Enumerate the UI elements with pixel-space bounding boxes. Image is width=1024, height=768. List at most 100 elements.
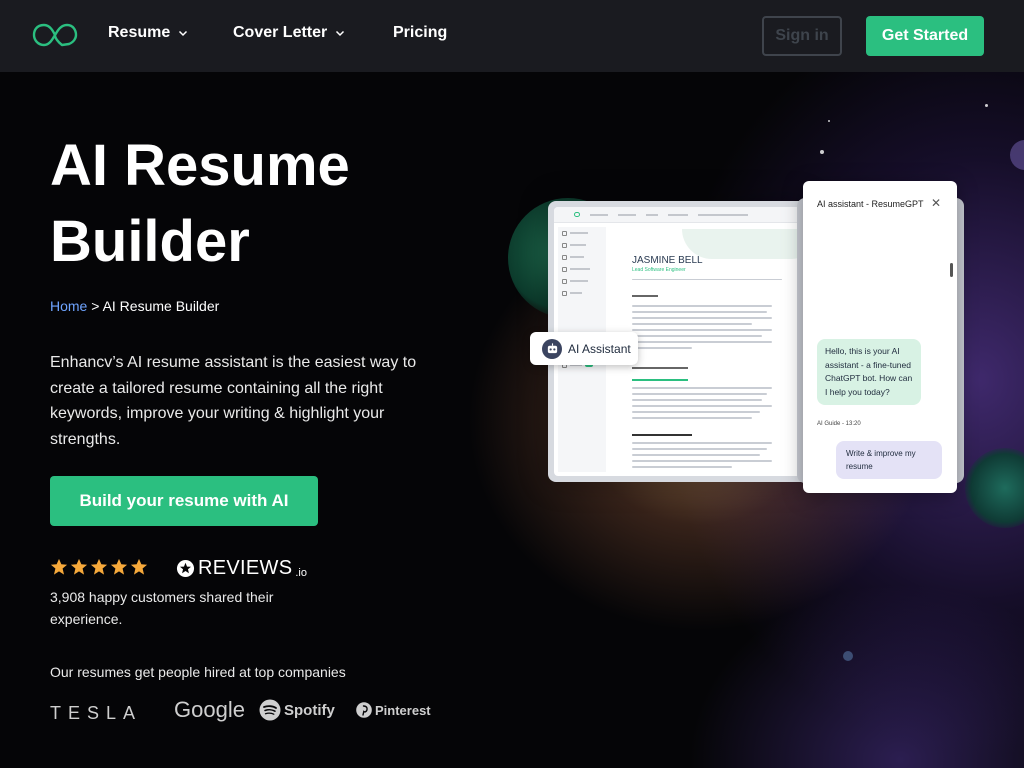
- chat-scrollbar[interactable]: [950, 263, 953, 277]
- text-line: [632, 317, 772, 319]
- bot-message-timestamp: AI Guide - 13:20: [817, 421, 861, 427]
- text-line: [632, 454, 760, 456]
- top-navigation: Resume Cover Letter Pricing Sign in Get …: [0, 0, 1024, 72]
- section-heading: [632, 295, 658, 297]
- sidebar-row: [558, 251, 606, 263]
- star-icon: [130, 558, 148, 575]
- star-icon: [110, 558, 128, 575]
- resume-role: Lead Software Engineer: [632, 267, 686, 273]
- text-line: [632, 448, 767, 450]
- tesla-logo: TESLA: [50, 703, 143, 723]
- text-line: [632, 335, 762, 337]
- hired-companies-heading: Our resumes get people hired at top comp…: [50, 664, 346, 680]
- chat-title: AI assistant - ResumeGPT: [817, 199, 924, 209]
- nav-cover-letter-menu[interactable]: Cover Letter: [233, 24, 345, 42]
- toolbar-placeholder: [618, 213, 636, 216]
- enhancv-logo-icon[interactable]: [32, 22, 78, 48]
- breadcrumb: Home > AI Resume Builder: [50, 298, 219, 314]
- build-resume-cta-button[interactable]: Build your resume with AI: [50, 476, 318, 526]
- text-line: [632, 393, 767, 395]
- section-heading: [632, 367, 688, 369]
- text-line: [632, 341, 772, 343]
- page-title-line1: AI Resume: [50, 133, 350, 198]
- robot-face-icon: [547, 343, 557, 354]
- close-icon[interactable]: ✕: [931, 196, 941, 210]
- rating-stars: [50, 558, 148, 576]
- decorative-orb: [843, 651, 853, 661]
- tool-icon: [562, 266, 567, 272]
- hero-description: Enhancv’s AI resume assistant is the eas…: [50, 354, 417, 448]
- tool-icon: [562, 242, 567, 248]
- resumegpt-chat-window: AI assistant - ResumeGPT ✕ Hello, this i…: [803, 181, 957, 493]
- reviews-star-icon: [176, 559, 195, 578]
- decorative-dot: [985, 104, 988, 107]
- sidebar-row: [558, 263, 606, 275]
- tool-icon: [562, 254, 567, 260]
- breadcrumb-separator: >: [91, 298, 100, 314]
- sidebar-row: [558, 239, 606, 251]
- editor-toolbar: [554, 207, 804, 223]
- decorative-dot: [820, 150, 824, 154]
- resume-name: JASMINE BELL: [632, 255, 703, 266]
- sidebar-placeholder: [570, 256, 584, 258]
- chevron-down-icon: [336, 30, 345, 37]
- breadcrumb-current: AI Resume Builder: [102, 298, 220, 314]
- mini-logo-icon: [574, 212, 580, 217]
- page-title-line2: Builder: [50, 209, 250, 274]
- text-line: [632, 460, 772, 462]
- get-started-button[interactable]: Get Started: [866, 16, 984, 56]
- breadcrumb-home-link[interactable]: Home: [50, 298, 87, 314]
- text-line: [632, 347, 692, 349]
- sidebar-placeholder: [570, 292, 582, 294]
- ai-assistant-label: AI Assistant: [568, 341, 631, 356]
- sidebar-row: [558, 227, 606, 239]
- text-line: [632, 411, 760, 413]
- text-line: [632, 399, 762, 401]
- text-line: [632, 442, 772, 444]
- text-line: [632, 311, 767, 313]
- star-icon: [70, 558, 88, 575]
- toolbar-placeholder: [646, 213, 658, 216]
- star-icon: [50, 558, 68, 575]
- sign-in-button[interactable]: Sign in: [762, 16, 842, 56]
- decorative-orb: [965, 448, 1024, 528]
- star-icon: [90, 558, 108, 575]
- sidebar-row: [558, 287, 606, 299]
- nav-pricing-link[interactable]: Pricing: [393, 24, 447, 42]
- sidebar-row: [558, 275, 606, 287]
- nav-cover-letter-label: Cover Letter: [233, 24, 328, 41]
- sidebar-placeholder: [570, 280, 588, 282]
- customers-count-text: 3,908 happy customers shared their exper…: [50, 589, 274, 627]
- chevron-down-icon: [179, 30, 188, 37]
- nav-resume-menu[interactable]: Resume: [108, 24, 188, 42]
- toolbar-placeholder: [698, 213, 748, 216]
- reviews-suffix: .io: [295, 566, 307, 579]
- pinterest-icon: [356, 702, 372, 718]
- decorative-dot: [828, 120, 830, 122]
- text-line: [632, 405, 772, 407]
- ai-assistant-chip[interactable]: AI Assistant: [530, 332, 638, 365]
- sidebar-placeholder: [570, 244, 586, 246]
- toolbar-placeholder: [668, 213, 688, 216]
- spotify-icon: [259, 699, 281, 721]
- bot-message-bubble: Hello, this is your AI assistant - a fin…: [817, 339, 921, 405]
- sidebar-placeholder: [570, 232, 588, 234]
- tool-icon: [562, 290, 567, 296]
- tool-icon: [562, 230, 567, 236]
- text-line: [632, 279, 782, 280]
- nav-pricing-label: Pricing: [393, 24, 448, 41]
- reviews-io-badge[interactable]: REVIEWS .io: [176, 557, 307, 580]
- sidebar-placeholder: [570, 268, 590, 270]
- robot-icon: [542, 338, 562, 359]
- spotify-wordmark: Spotify: [284, 701, 335, 719]
- decorative-orb: [1010, 140, 1024, 170]
- text-line: [632, 323, 752, 325]
- job-title-line: [632, 434, 692, 436]
- reviews-brand: REVIEWS: [198, 557, 293, 579]
- text-line: [632, 466, 732, 468]
- google-logo: Google: [174, 697, 245, 722]
- toolbar-placeholder: [590, 213, 608, 216]
- text-line: [632, 305, 772, 307]
- job-title-line: [632, 379, 688, 381]
- text-line: [632, 329, 772, 331]
